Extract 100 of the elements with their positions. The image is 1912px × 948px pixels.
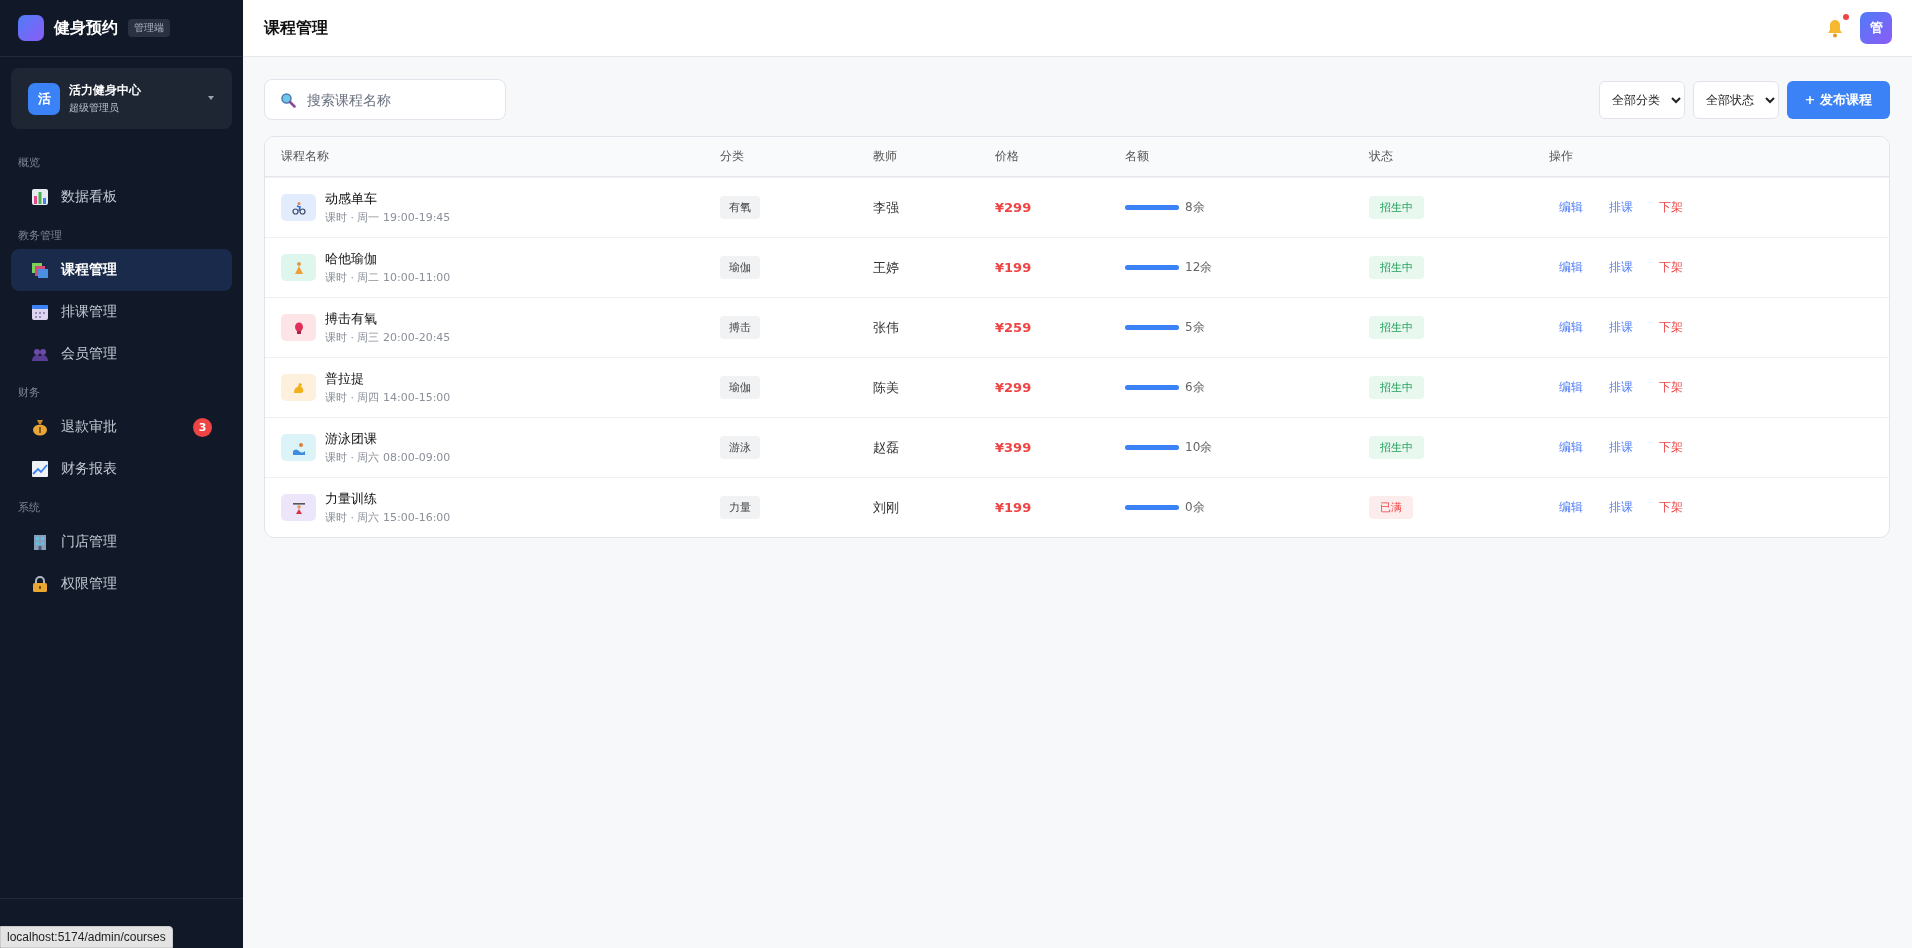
status-tag: 招生中 — [1369, 436, 1424, 459]
nav-section-label: 教务管理 — [17, 228, 63, 244]
action-link[interactable]: 编辑 — [1559, 379, 1583, 396]
store-switcher[interactable]: 活 活力健身中心 超级管理员 — [11, 68, 232, 129]
status-tag: 已满 — [1369, 496, 1413, 519]
nav-item[interactable]: 数据看板 — [11, 176, 232, 218]
column-header: 名额 — [1125, 148, 1150, 165]
remaining-count: 5余 — [1185, 319, 1205, 336]
search-field[interactable]: 搜索课程名称 — [264, 79, 506, 120]
action-link[interactable]: 编辑 — [1559, 319, 1583, 336]
action-link[interactable]: 排课 — [1609, 319, 1633, 336]
nav-item[interactable]: 排课管理 — [11, 291, 232, 333]
search-icon — [280, 92, 296, 108]
action-link[interactable]: 下架 — [1659, 199, 1683, 216]
course-schedule: 课时 · 周四 14:00-15:00 — [325, 390, 451, 405]
remaining-count: 10余 — [1185, 439, 1213, 456]
caret-icon — [207, 96, 215, 101]
category-tag: 有氧 — [720, 196, 760, 219]
category-tag: 游泳 — [720, 436, 760, 459]
building-icon — [31, 533, 49, 551]
user-avatar[interactable]: 管 — [1860, 12, 1892, 44]
count-badge: 3 — [193, 417, 212, 437]
nav-item[interactable]: 门店管理 — [11, 521, 232, 563]
action-link[interactable]: 排课 — [1609, 199, 1633, 216]
action-link[interactable]: 下架 — [1659, 259, 1683, 276]
filter-dropdown[interactable]: 全部状态 — [1692, 80, 1779, 119]
column-header: 状态 — [1369, 148, 1394, 165]
action-link[interactable]: 下架 — [1659, 379, 1683, 396]
column-header: 价格 — [995, 148, 1020, 165]
money-bag-icon — [31, 418, 49, 436]
store-role: 超级管理员 — [69, 101, 120, 115]
action-link[interactable]: 排课 — [1609, 499, 1633, 516]
course-schedule: 课时 · 周六 15:00-16:00 — [325, 510, 451, 525]
action-link[interactable]: 下架 — [1659, 439, 1683, 456]
bell-icon — [1826, 18, 1844, 38]
column-header: 操作 — [1549, 148, 1574, 165]
course-schedule: 课时 · 周一 19:00-19:45 — [325, 210, 451, 225]
nav-item[interactable]: 会员管理 — [11, 333, 232, 375]
action-link[interactable]: 下架 — [1659, 319, 1683, 336]
category-tag: 瑜伽 — [720, 376, 760, 399]
teacher-name: 赵磊 — [873, 438, 899, 457]
status-tag: 招生中 — [1369, 256, 1424, 279]
publish-course-button[interactable]: + 发布课程 — [1786, 80, 1890, 119]
action-link[interactable]: 编辑 — [1559, 439, 1583, 456]
column-header: 教师 — [873, 148, 898, 165]
logo-icon — [18, 15, 44, 41]
teacher-name: 陈美 — [873, 378, 899, 397]
category-tag: 力量 — [720, 496, 760, 519]
remaining-count: 6余 — [1185, 379, 1205, 396]
remaining-count: 12余 — [1185, 259, 1213, 276]
quota-bar — [1125, 205, 1179, 210]
course-schedule: 课时 · 周三 20:00-20:45 — [325, 330, 451, 345]
action-link[interactable]: 排课 — [1609, 259, 1633, 276]
remaining-count: 0余 — [1185, 499, 1205, 516]
status-tag: 招生中 — [1369, 316, 1424, 339]
column-header: 课程名称 — [281, 148, 330, 165]
lock-icon — [31, 575, 49, 593]
calendar-icon — [31, 303, 49, 321]
quota-bar — [1125, 505, 1179, 510]
course-price: ¥199 — [995, 500, 1032, 515]
filter-dropdown[interactable]: 全部分类 — [1598, 80, 1685, 119]
teacher-name: 张伟 — [873, 318, 899, 337]
store-name: 活力健身中心 — [69, 82, 142, 99]
column-header: 分类 — [720, 148, 745, 165]
status-tag: 招生中 — [1369, 376, 1424, 399]
category-tag: 瑜伽 — [720, 256, 760, 279]
quota-bar — [1125, 385, 1179, 390]
course-name: 普拉提 — [325, 370, 365, 388]
nav-section-label: 系统 — [17, 500, 41, 516]
action-link[interactable]: 排课 — [1609, 379, 1633, 396]
nav-section-label: 财务 — [17, 385, 41, 401]
nav-item[interactable]: 财务报表 — [11, 448, 232, 490]
action-link[interactable]: 排课 — [1609, 439, 1633, 456]
course-price: ¥299 — [995, 380, 1032, 395]
nav-item[interactable]: 退款审批 3 — [11, 406, 232, 448]
remaining-count: 8余 — [1185, 199, 1205, 216]
course-name: 游泳团课 — [325, 430, 378, 448]
page-title: 课程管理 — [264, 17, 328, 39]
course-name: 动感单车 — [325, 190, 378, 208]
nav-item[interactable]: 课程管理 — [11, 249, 232, 291]
brand-name: 健身预约 — [54, 17, 118, 39]
course-name: 哈他瑜伽 — [325, 250, 378, 268]
nav-item[interactable]: 权限管理 — [11, 563, 232, 605]
course-name: 搏击有氧 — [325, 310, 378, 328]
store-avatar: 活 — [28, 82, 60, 115]
status-tag: 招生中 — [1369, 196, 1424, 219]
url-tooltip: localhost:5174/admin/courses — [0, 926, 173, 948]
course-price: ¥259 — [995, 320, 1032, 335]
action-link[interactable]: 编辑 — [1559, 199, 1583, 216]
course-price: ¥199 — [995, 260, 1032, 275]
quota-bar — [1125, 325, 1179, 330]
course-price: ¥299 — [995, 200, 1032, 215]
action-link[interactable]: 编辑 — [1559, 499, 1583, 516]
teacher-name: 王婷 — [873, 258, 899, 277]
trend-chart-icon — [31, 460, 49, 478]
action-link[interactable]: 下架 — [1659, 499, 1683, 516]
course-schedule: 课时 · 周六 08:00-09:00 — [325, 450, 451, 465]
teacher-name: 李强 — [873, 198, 899, 217]
teacher-name: 刘刚 — [873, 498, 899, 517]
action-link[interactable]: 编辑 — [1559, 259, 1583, 276]
